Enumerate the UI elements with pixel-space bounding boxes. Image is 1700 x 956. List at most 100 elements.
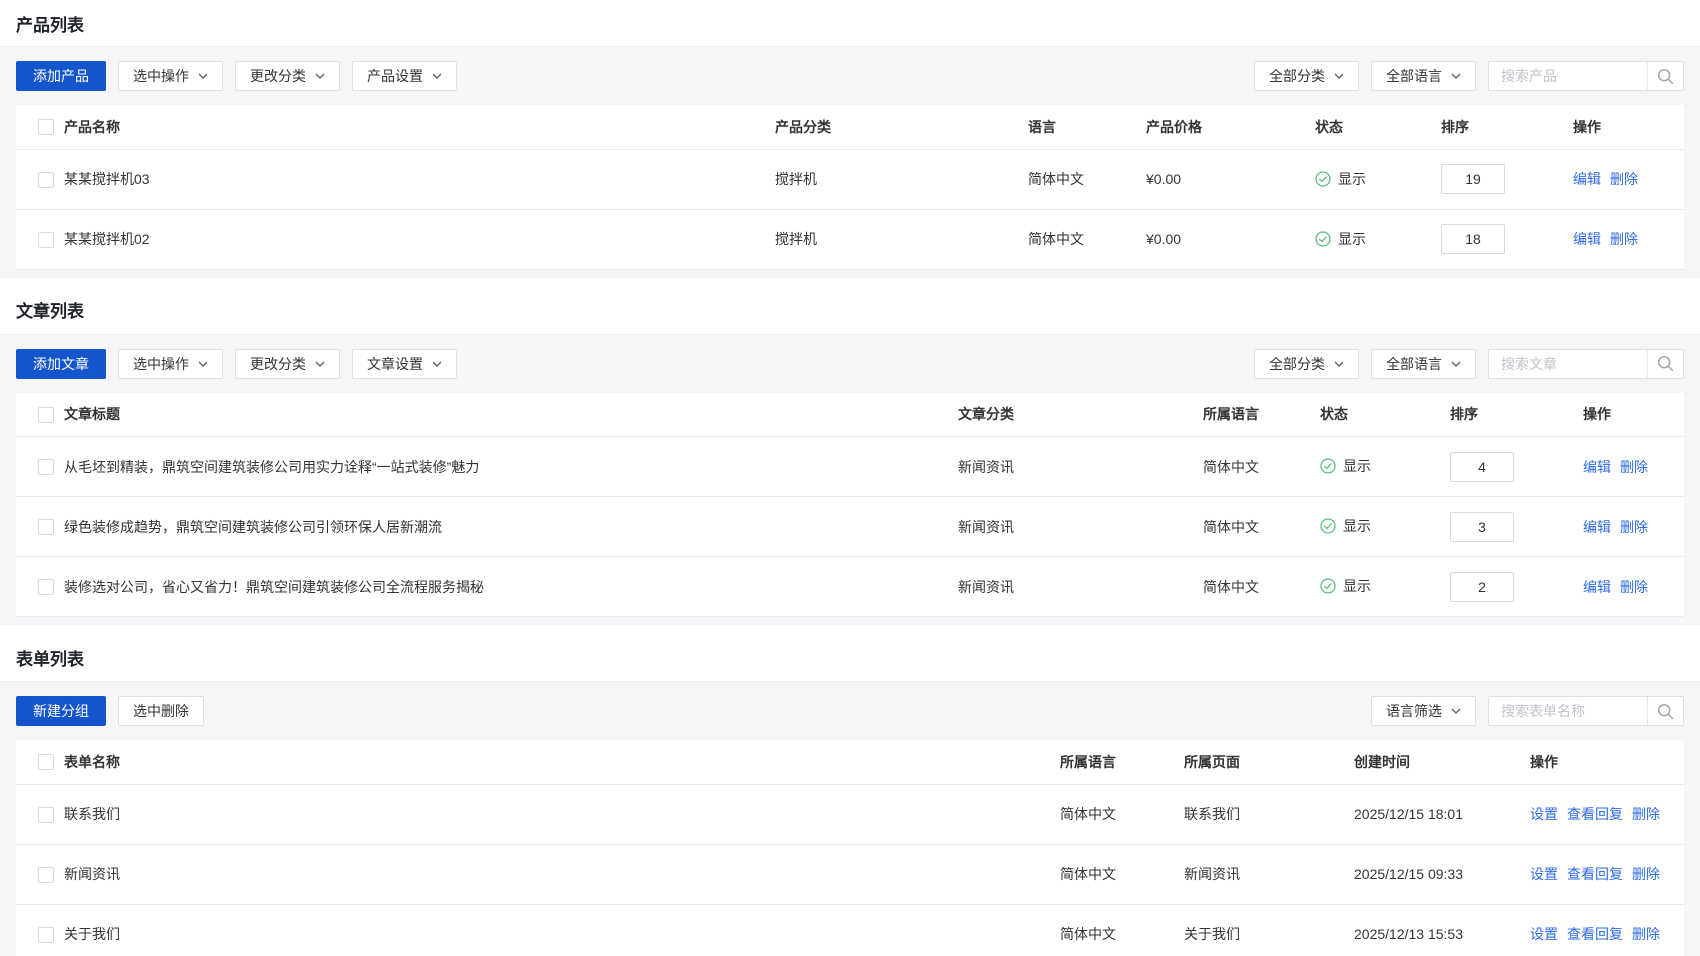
search-icon[interactable] xyxy=(1647,350,1683,378)
sort-input[interactable] xyxy=(1441,224,1505,254)
selected-actions-dropdown[interactable]: 选中操作 xyxy=(118,349,223,379)
delete-link[interactable]: 删除 xyxy=(1610,169,1638,189)
column-header: 操作 xyxy=(1573,105,1684,149)
edit-link[interactable]: 编辑 xyxy=(1583,517,1611,537)
form-page: 新闻资讯 xyxy=(1184,844,1354,904)
table-row: 新闻资讯 简体中文 新闻资讯 2025/12/15 09:33 设置查看回复删除 xyxy=(16,844,1684,904)
settings-link[interactable]: 设置 xyxy=(1530,924,1558,944)
table-row: 绿色装修成趋势，鼎筑空间建筑装修公司引领环保人居新潮流 新闻资讯 简体中文 显示… xyxy=(16,497,1684,557)
search-icon[interactable] xyxy=(1647,62,1683,90)
chevron-down-icon xyxy=(1334,73,1344,79)
product-search-input[interactable] xyxy=(1489,62,1647,90)
category-filter-dropdown[interactable]: 全部分类 xyxy=(1254,61,1359,91)
delete-link[interactable]: 删除 xyxy=(1632,804,1660,824)
column-header: 文章标题 xyxy=(64,393,958,437)
view-replies-link[interactable]: 查看回复 xyxy=(1567,864,1623,884)
dropdown-label: 全部分类 xyxy=(1269,66,1325,86)
edit-link[interactable]: 编辑 xyxy=(1573,229,1601,249)
delete-link[interactable]: 删除 xyxy=(1610,229,1638,249)
row-checkbox[interactable] xyxy=(38,232,54,248)
search-icon[interactable] xyxy=(1647,697,1683,725)
selected-actions-dropdown[interactable]: 选中操作 xyxy=(118,61,223,91)
status-label: 显示 xyxy=(1343,576,1371,596)
article-category: 新闻资讯 xyxy=(958,437,1203,497)
dropdown-label: 全部语言 xyxy=(1386,354,1442,374)
article-language: 简体中文 xyxy=(1203,437,1320,497)
chevron-down-icon xyxy=(315,361,325,367)
status-label: 显示 xyxy=(1338,229,1366,249)
settings-link[interactable]: 设置 xyxy=(1530,864,1558,884)
delete-link[interactable]: 删除 xyxy=(1632,864,1660,884)
article-search-input[interactable] xyxy=(1489,350,1647,378)
change-category-dropdown[interactable]: 更改分类 xyxy=(235,61,340,91)
view-replies-link[interactable]: 查看回复 xyxy=(1567,924,1623,944)
column-header: 所属语言 xyxy=(1203,393,1320,437)
row-checkbox[interactable] xyxy=(38,867,54,883)
language-filter-dropdown[interactable]: 全部语言 xyxy=(1371,61,1476,91)
chevron-down-icon xyxy=(432,73,442,79)
delete-selected-button[interactable]: 选中删除 xyxy=(118,696,204,726)
add-article-button[interactable]: 添加文章 xyxy=(16,349,106,379)
delete-link[interactable]: 删除 xyxy=(1632,924,1660,944)
form-name: 新闻资讯 xyxy=(64,844,1060,904)
chevron-down-icon xyxy=(198,361,208,367)
select-all-checkbox[interactable] xyxy=(38,407,54,423)
dropdown-label: 全部语言 xyxy=(1386,66,1442,86)
row-checkbox[interactable] xyxy=(38,172,54,188)
check-circle-icon xyxy=(1320,458,1336,474)
dropdown-label: 产品设置 xyxy=(367,66,423,86)
sort-input[interactable] xyxy=(1450,572,1514,602)
language-filter-dropdown[interactable]: 语言筛选 xyxy=(1371,696,1476,726)
row-checkbox[interactable] xyxy=(38,927,54,943)
delete-link[interactable]: 删除 xyxy=(1620,517,1648,537)
table-row: 联系我们 简体中文 联系我们 2025/12/15 18:01 设置查看回复删除 xyxy=(16,784,1684,844)
sort-input[interactable] xyxy=(1441,164,1505,194)
column-header: 排序 xyxy=(1441,105,1573,149)
add-product-button[interactable]: 添加产品 xyxy=(16,61,106,91)
row-checkbox[interactable] xyxy=(38,579,54,595)
row-checkbox[interactable] xyxy=(38,519,54,535)
product-name: 某某搅拌机02 xyxy=(64,209,775,269)
status-label: 显示 xyxy=(1343,456,1371,476)
article-title: 从毛坯到精装，鼎筑空间建筑装修公司用实力诠释“一站式装修”魅力 xyxy=(64,437,958,497)
sort-input[interactable] xyxy=(1450,452,1514,482)
settings-link[interactable]: 设置 xyxy=(1530,804,1558,824)
row-checkbox[interactable] xyxy=(38,459,54,475)
check-circle-icon xyxy=(1320,518,1336,534)
sort-input[interactable] xyxy=(1450,512,1514,542)
edit-link[interactable]: 编辑 xyxy=(1583,577,1611,597)
column-header: 状态 xyxy=(1315,105,1441,149)
product-name: 某某搅拌机03 xyxy=(64,149,775,209)
articles-title-band: 文章列表 xyxy=(0,278,1700,334)
delete-link[interactable]: 删除 xyxy=(1620,577,1648,597)
edit-link[interactable]: 编辑 xyxy=(1583,457,1611,477)
form-search xyxy=(1488,696,1684,726)
product-category: 搅拌机 xyxy=(775,209,1028,269)
change-category-dropdown[interactable]: 更改分类 xyxy=(235,349,340,379)
product-price: ¥0.00 xyxy=(1146,149,1315,209)
form-language: 简体中文 xyxy=(1060,844,1184,904)
select-all-checkbox[interactable] xyxy=(38,754,54,770)
language-filter-dropdown[interactable]: 全部语言 xyxy=(1371,349,1476,379)
check-circle-icon xyxy=(1315,231,1331,247)
forms-section-body: 新建分组 选中删除 语言筛选 表单名称 所属语言 所属页 xyxy=(0,681,1700,956)
forms-table-panel: 表单名称 所属语言 所属页面 创建时间 操作 联系我们 简体中文 联系我们 20… xyxy=(16,740,1684,956)
new-group-button[interactable]: 新建分组 xyxy=(16,696,106,726)
page-title: 表单列表 xyxy=(16,645,84,670)
form-search-input[interactable] xyxy=(1489,697,1647,725)
view-replies-link[interactable]: 查看回复 xyxy=(1567,804,1623,824)
form-language: 简体中文 xyxy=(1060,784,1184,844)
edit-link[interactable]: 编辑 xyxy=(1573,169,1601,189)
page-title: 产品列表 xyxy=(16,11,84,36)
article-category: 新闻资讯 xyxy=(958,557,1203,617)
status-badge: 显示 xyxy=(1315,229,1366,249)
products-section-body: 添加产品 选中操作 更改分类 产品设置 全部分类 全部语言 xyxy=(0,46,1700,278)
articles-section-body: 添加文章 选中操作 更改分类 文章设置 全部分类 全部语言 xyxy=(0,334,1700,626)
article-settings-dropdown[interactable]: 文章设置 xyxy=(352,349,457,379)
chevron-down-icon xyxy=(1451,708,1461,714)
row-checkbox[interactable] xyxy=(38,807,54,823)
product-settings-dropdown[interactable]: 产品设置 xyxy=(352,61,457,91)
select-all-checkbox[interactable] xyxy=(38,119,54,135)
delete-link[interactable]: 删除 xyxy=(1620,457,1648,477)
category-filter-dropdown[interactable]: 全部分类 xyxy=(1254,349,1359,379)
